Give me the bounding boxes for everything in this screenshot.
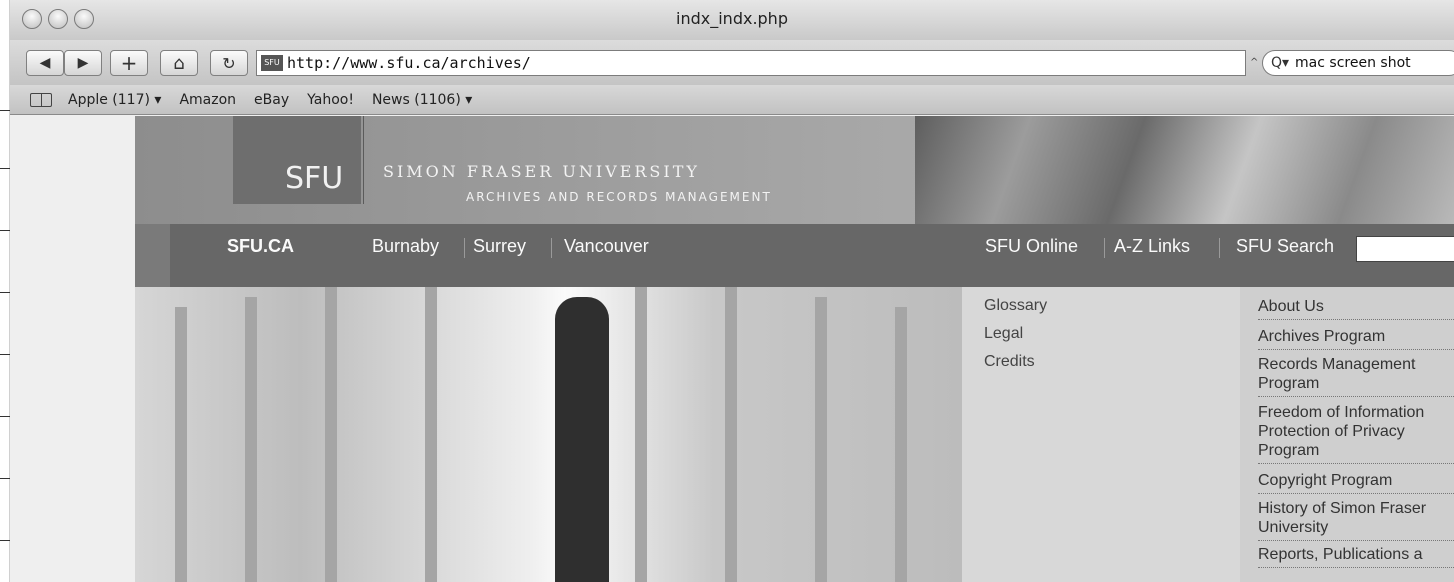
bookmark-yahoo[interactable]: Yahoo! xyxy=(307,92,354,108)
paper-edge xyxy=(0,0,10,582)
bookmark-news[interactable]: News (1106) ▾ xyxy=(372,92,472,108)
nav-separator xyxy=(1219,238,1220,258)
nav-separator xyxy=(551,238,552,258)
university-name: SIMON FRASER UNIVERSITY xyxy=(383,162,700,181)
menu-foi-privacy[interactable]: Freedom of Information Protection of Pri… xyxy=(1258,403,1454,464)
header-photo xyxy=(915,116,1454,224)
reload-icon: ↻ xyxy=(222,53,236,73)
shelf-shape xyxy=(325,287,337,582)
bookmark-apple[interactable]: Apple (117) ▾ xyxy=(68,92,161,108)
nav-separator xyxy=(1104,238,1105,258)
menu-history[interactable]: History of Simon Fraser University xyxy=(1258,499,1454,541)
bookmark-ebay[interactable]: eBay xyxy=(254,92,289,108)
department-name: ARCHIVES AND RECORDS MANAGEMENT xyxy=(466,190,772,204)
edge-tick xyxy=(0,110,10,111)
edge-tick xyxy=(0,478,10,479)
link-legal[interactable]: Legal xyxy=(984,325,1023,343)
forward-arrow-icon: ▶ xyxy=(77,55,89,71)
shelf-shape xyxy=(725,287,737,582)
menu-about-us[interactable]: About Us xyxy=(1258,297,1454,320)
hero-image xyxy=(135,287,962,582)
address-bar[interactable]: SFU http://www.sfu.ca/archives/ xyxy=(256,50,1246,76)
address-dropdown-icon[interactable]: ^ xyxy=(1250,57,1258,68)
shelf-shape xyxy=(815,297,827,582)
menu-records-management[interactable]: Records Management Program xyxy=(1258,355,1454,397)
nav-sfu-search-label: SFU Search xyxy=(1236,236,1335,256)
reload-button[interactable]: ↻ xyxy=(210,50,248,76)
forward-button[interactable]: ▶ xyxy=(64,50,102,76)
nav-burnaby[interactable]: Burnaby xyxy=(372,236,439,257)
sfu-search-input[interactable] xyxy=(1356,236,1454,262)
shelf-shape xyxy=(635,287,647,582)
nav-surrey[interactable]: Surrey xyxy=(473,236,526,257)
edge-tick xyxy=(0,230,10,231)
back-button[interactable]: ◀ xyxy=(26,50,64,76)
home-icon: ⌂ xyxy=(173,52,185,74)
secondary-links: Glossary Legal Credits xyxy=(962,287,1240,582)
back-arrow-icon: ◀ xyxy=(39,55,51,71)
nav-sfu-online[interactable]: SFU Online xyxy=(985,236,1078,257)
nav-vancouver[interactable]: Vancouver xyxy=(564,236,649,257)
search-field[interactable]: Q▾ mac screen shot xyxy=(1262,50,1454,76)
main-menu: About Us Archives Program Records Manage… xyxy=(1240,287,1454,582)
url-text: http://www.sfu.ca/archives/ xyxy=(287,54,531,72)
shelf-shape xyxy=(175,307,187,582)
edge-tick xyxy=(0,354,10,355)
top-navigation: SFU.CA Burnaby Surrey Vancouver SFU Onli… xyxy=(170,224,1454,287)
web-page: SFU SIMON FRASER UNIVERSITY ARCHIVES AND… xyxy=(10,116,1454,582)
person-silhouette xyxy=(555,297,609,582)
shelf-shape xyxy=(425,287,437,582)
search-query: mac screen shot xyxy=(1295,55,1411,71)
home-button[interactable]: ⌂ xyxy=(160,50,198,76)
nav-az-links[interactable]: A-Z Links xyxy=(1114,236,1190,257)
nav-accent xyxy=(135,224,170,287)
bookmarks-bar: Apple (117) ▾ Amazon eBay Yahoo! News (1… xyxy=(10,85,1454,115)
nav-separator xyxy=(464,238,465,258)
site-favicon-icon: SFU xyxy=(261,55,283,71)
edge-tick xyxy=(0,292,10,293)
link-glossary[interactable]: Glossary xyxy=(984,297,1047,315)
edge-tick xyxy=(0,416,10,417)
search-icon[interactable]: Q▾ xyxy=(1271,55,1289,71)
nav-sfu-home[interactable]: SFU.CA xyxy=(227,236,294,257)
bookmarks-book-icon[interactable] xyxy=(30,92,52,107)
shelf-shape xyxy=(895,307,907,582)
title-bar: indx_indx.php xyxy=(10,0,1454,40)
site-header: SFU SIMON FRASER UNIVERSITY ARCHIVES AND… xyxy=(135,116,1454,224)
shelf-shape xyxy=(245,297,257,582)
menu-archives-program[interactable]: Archives Program xyxy=(1258,327,1454,350)
plus-icon: + xyxy=(120,51,138,75)
add-bookmark-button[interactable]: + xyxy=(110,50,148,76)
sfu-logo[interactable]: SFU xyxy=(285,161,343,196)
menu-copyright[interactable]: Copyright Program xyxy=(1258,471,1454,494)
link-credits[interactable]: Credits xyxy=(984,353,1035,371)
window-title: indx_indx.php xyxy=(676,9,788,28)
edge-tick xyxy=(0,168,10,169)
browser-toolbar: ◀ ▶ + ⌂ ↻ SFU http://www.sfu.ca/archives… xyxy=(10,40,1454,85)
menu-reports[interactable]: Reports, Publications a xyxy=(1258,545,1454,568)
browser-window: indx_indx.php ◀ ▶ + ⌂ ↻ SFU http://www.s… xyxy=(10,0,1454,582)
bookmark-amazon[interactable]: Amazon xyxy=(179,92,236,108)
edge-tick xyxy=(0,540,10,541)
logo-divider xyxy=(363,116,364,204)
